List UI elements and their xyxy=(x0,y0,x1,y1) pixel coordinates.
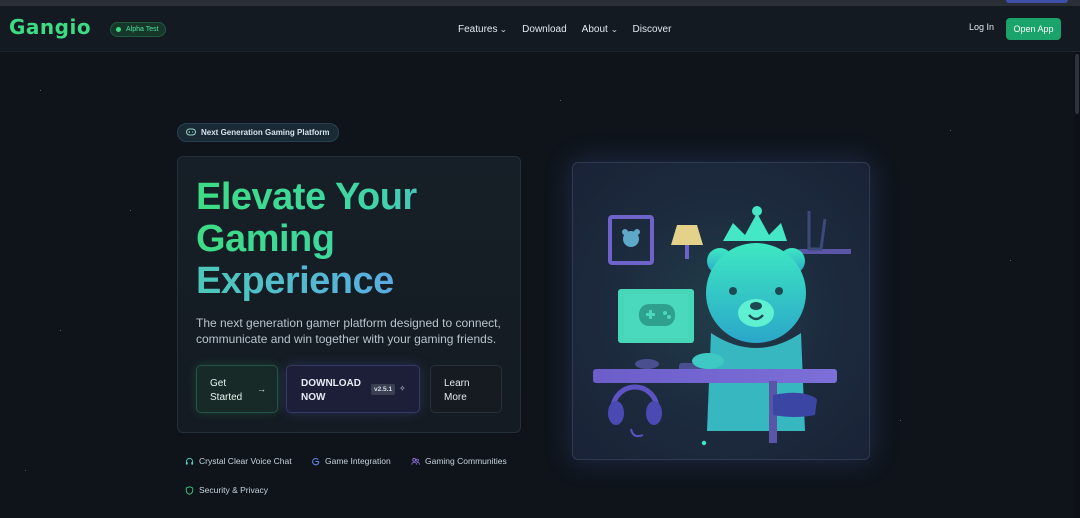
get-started-button[interactable]: Get Started → xyxy=(196,365,278,413)
login-link[interactable]: Log In xyxy=(969,22,994,32)
background-star xyxy=(1010,260,1011,261)
learn-more-label: Learn More xyxy=(444,377,470,405)
nav-links: Features ⌄ Download About ⌄ Discover xyxy=(458,22,671,36)
learn-more-button[interactable]: Learn More xyxy=(430,365,502,413)
nav-download[interactable]: Download xyxy=(522,22,566,36)
get-started-line-1: Get xyxy=(210,378,227,389)
hero-headline: Elevate Your Gaming Experience xyxy=(196,176,516,302)
feature-communities-label: Gaming Communities xyxy=(425,456,507,466)
alpha-badge: Alpha Test xyxy=(110,22,166,37)
background-star xyxy=(560,100,561,101)
background-star xyxy=(40,90,41,91)
feature-communities: Gaming Communities xyxy=(411,456,507,466)
download-line-1: DOWNLOAD xyxy=(301,378,361,389)
hero-illustration xyxy=(572,162,870,460)
hero-description: The next generation gamer platform desig… xyxy=(196,316,501,346)
background-star xyxy=(900,420,901,421)
scrollbar[interactable] xyxy=(1074,52,1080,518)
logo[interactable]: Gangio xyxy=(9,15,91,39)
sparkle-icon: ✧ xyxy=(399,384,406,393)
gaming-bear-illustration xyxy=(593,206,851,446)
feature-game-integration-label: Game Integration xyxy=(325,456,391,466)
nav-discover[interactable]: Discover xyxy=(633,22,672,36)
headline-line-3: Experience xyxy=(196,260,516,302)
game-integration-icon xyxy=(312,457,320,465)
chevron-down-icon: ⌄ xyxy=(499,24,508,34)
scrollbar-thumb[interactable] xyxy=(1075,54,1079,114)
nav-about-label: About xyxy=(581,23,608,35)
chevron-down-icon: ⌄ xyxy=(610,24,619,34)
nav-discover-label: Discover xyxy=(632,23,672,35)
nav-download-label: Download xyxy=(522,23,567,35)
background-star xyxy=(60,330,61,331)
feature-voice-chat-label: Crystal Clear Voice Chat xyxy=(199,456,292,466)
nav-about[interactable]: About ⌄ xyxy=(581,22,619,36)
learn-more-line-2: More xyxy=(444,392,467,403)
top-navbar: Gangio Alpha Test Features ⌄ Download Ab… xyxy=(0,6,1080,52)
download-line-2: NOW xyxy=(301,392,326,403)
gamepad-icon xyxy=(186,128,196,136)
background-star xyxy=(950,130,951,131)
learn-more-line-1: Learn xyxy=(444,378,470,389)
headphones-icon xyxy=(185,457,194,465)
hero-pill-label: Next Generation Gaming Platform xyxy=(201,128,330,137)
nav-features[interactable]: Features ⌄ xyxy=(458,22,508,36)
nav-features-label: Features xyxy=(458,23,498,35)
version-badge: v2.5.1 xyxy=(371,384,396,395)
users-icon xyxy=(411,457,420,465)
download-now-button[interactable]: DOWNLOAD NOW v2.5.1 ✧ xyxy=(286,365,420,413)
arrow-right-icon: → xyxy=(257,384,266,394)
get-started-label: Get Started xyxy=(210,377,242,405)
get-started-line-2: Started xyxy=(210,392,243,403)
headline-line-1: Elevate Your xyxy=(196,176,516,218)
open-app-button[interactable]: Open App xyxy=(1006,18,1061,40)
background-star xyxy=(130,210,131,211)
feature-security: Security & Privacy xyxy=(185,485,268,495)
background-star xyxy=(25,470,26,471)
download-label: DOWNLOAD NOW xyxy=(301,377,361,405)
headline-line-2: Gaming xyxy=(196,218,516,260)
hero-pill: Next Generation Gaming Platform xyxy=(177,123,340,142)
feature-security-label: Security & Privacy xyxy=(199,485,268,495)
feature-game-integration: Game Integration xyxy=(311,456,391,466)
feature-voice-chat: Crystal Clear Voice Chat xyxy=(185,456,292,466)
shield-icon xyxy=(185,485,194,495)
